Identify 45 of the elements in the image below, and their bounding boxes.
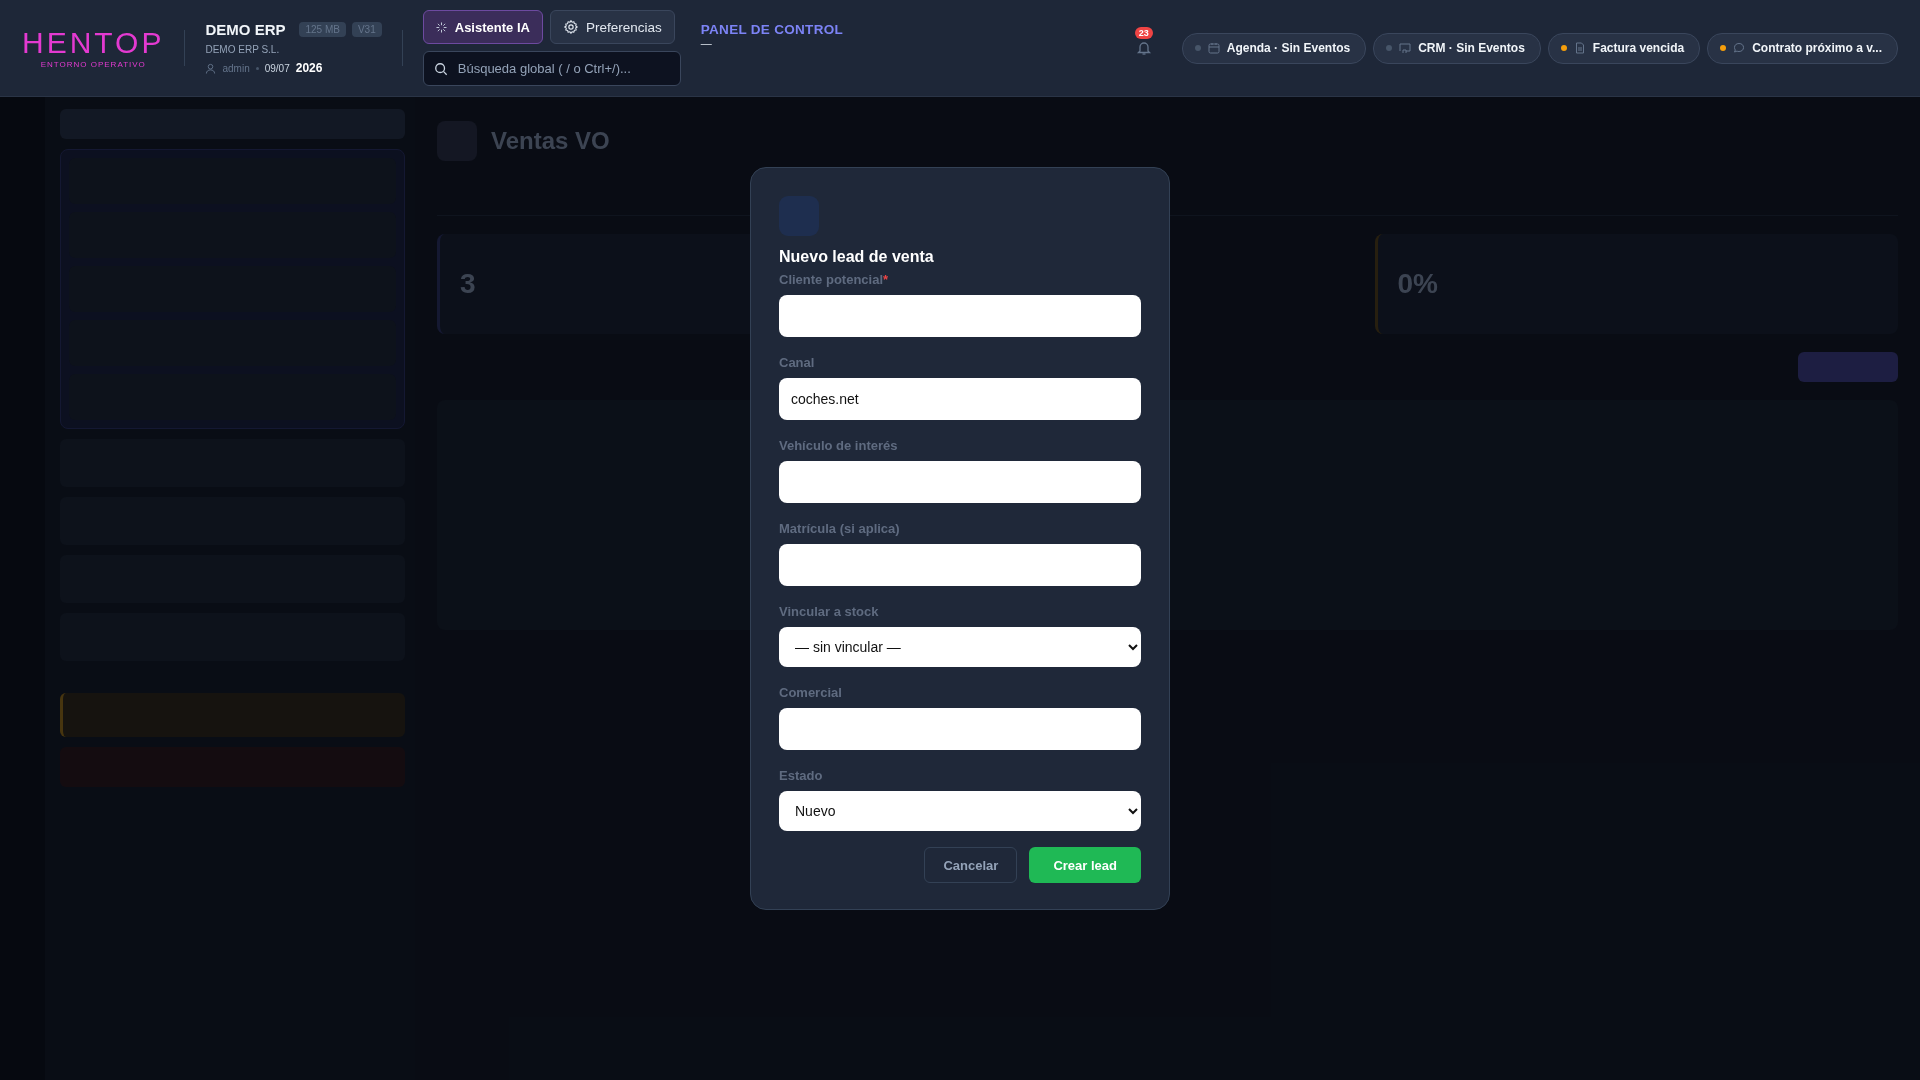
field-label: Comercial: [779, 685, 843, 700]
section-title: PANEL DE CONTROL: [700, 22, 844, 37]
select-field[interactable]: Nuevo: [779, 791, 1141, 831]
user-icon: [205, 62, 217, 74]
screen-icon: [1399, 42, 1412, 54]
field-label: Vincular a stock: [779, 604, 880, 619]
stat-value: 0%: [1397, 268, 1438, 300]
company-legal-name: DEMO ERP S.L.: [205, 44, 281, 55]
alert-chip[interactable]: Agenda · Sin Eventos: [1181, 32, 1367, 64]
section-subtitle: —: [700, 37, 713, 49]
logo-tagline: ENTORNO OPERATIVO: [40, 59, 146, 69]
search-icon: [433, 62, 448, 76]
page-title: Ventas VO: [491, 127, 610, 155]
select-field[interactable]: — sin vincular —: [779, 627, 1141, 667]
bell-icon[interactable]: [1135, 40, 1152, 56]
stat-value: 3: [460, 268, 476, 300]
alert-chip[interactable]: Factura vencida: [1547, 32, 1701, 64]
field-label: Cliente potencial*: [779, 272, 890, 287]
text-field[interactable]: [779, 295, 1141, 337]
text-field[interactable]: [779, 544, 1141, 586]
text-field[interactable]: [779, 461, 1141, 503]
year: 2026: [295, 61, 323, 75]
settings-icon: [562, 19, 579, 35]
field-label: Matrícula (si aplica): [779, 521, 901, 536]
user-name: admin: [222, 62, 250, 74]
chat-icon: [1733, 42, 1746, 54]
search-field[interactable]: Búsqueda global ( / o Ctrl+/)...: [422, 51, 681, 86]
logo: HENTOP: [22, 27, 165, 58]
field-label: Estado: [779, 768, 824, 783]
document-icon: [1573, 42, 1586, 54]
text-field[interactable]: coches.net: [779, 378, 1141, 420]
cancel-button[interactable]: Cancelar: [924, 847, 1018, 883]
company-name: DEMO ERP: [205, 21, 286, 38]
sparkle-icon: [435, 21, 447, 33]
field-label: Vehículo de interés: [779, 438, 899, 453]
text-field[interactable]: [779, 708, 1141, 750]
assistant-button[interactable]: Asistente IA: [422, 10, 543, 44]
date: 09/07: [264, 62, 290, 74]
calendar-icon: [1207, 42, 1220, 54]
preferences-button[interactable]: Preferencias: [549, 10, 675, 44]
modal-title: Nuevo lead de venta: [779, 248, 935, 266]
notification-count: 23: [1134, 27, 1153, 39]
alert-chip[interactable]: CRM · Sin Eventos: [1373, 32, 1541, 64]
field-label: Canal: [779, 355, 816, 370]
alert-chip[interactable]: Contrato próximo a v...: [1707, 32, 1898, 64]
